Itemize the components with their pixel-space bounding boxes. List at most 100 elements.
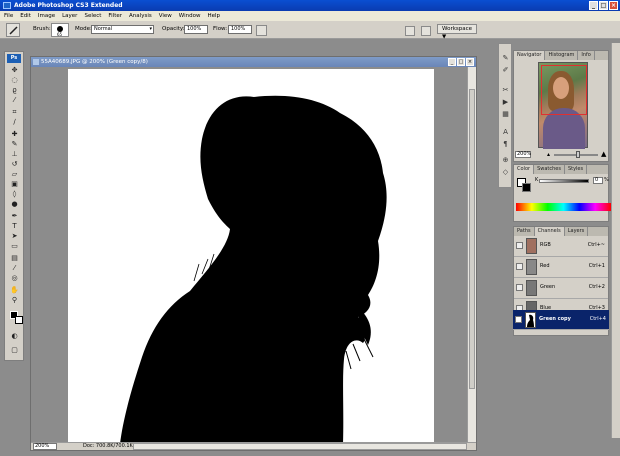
visibility-toggle[interactable] <box>516 263 523 270</box>
screen-mode-icon[interactable]: ▢ <box>9 346 20 354</box>
history-brush-tool-icon[interactable]: ↺ <box>9 160 20 168</box>
menu-layer[interactable]: Layer <box>62 13 77 19</box>
healing-brush-tool-icon[interactable]: ✚ <box>9 130 20 138</box>
image-canvas[interactable] <box>68 69 434 444</box>
menu-edit[interactable]: Edit <box>20 13 31 19</box>
tab-layers[interactable]: Layers <box>565 227 589 236</box>
doc-size-info[interactable]: Doc: 700.8K/700.1K <box>83 443 133 450</box>
channel-row-red[interactable]: Red Ctrl+1 <box>514 257 608 278</box>
eye-icon[interactable] <box>515 316 522 323</box>
palette-well-icon[interactable] <box>421 26 431 36</box>
menu-filter[interactable]: Filter <box>108 13 122 19</box>
navigator-zoom-field[interactable]: 200% <box>515 151 531 158</box>
vertical-scrollbar[interactable] <box>467 67 476 444</box>
type-tool-icon[interactable]: T <box>9 222 20 230</box>
pen-tool-icon[interactable]: ✒ <box>9 212 20 220</box>
color-panel-background[interactable] <box>522 183 531 192</box>
navigator-thumbnail[interactable] <box>538 62 588 149</box>
visibility-toggle[interactable] <box>516 242 523 249</box>
paragraph-panel-icon[interactable]: ¶ <box>501 140 510 148</box>
slice-tool-icon[interactable]: ∕ <box>9 118 20 126</box>
tab-channels[interactable]: Channels <box>534 227 565 236</box>
3d-rotate-tool-icon[interactable]: ◎ <box>9 274 20 282</box>
measurement-panel-icon[interactable]: ◇ <box>501 168 510 176</box>
tab-histogram[interactable]: Histogram <box>545 51 579 60</box>
eyedropper-tool-icon[interactable]: ⁄ <box>9 264 20 272</box>
visibility-toggle[interactable] <box>516 284 523 291</box>
menu-file[interactable]: File <box>4 13 13 19</box>
zoom-tool-icon[interactable]: ⚲ <box>9 296 20 304</box>
minimize-button[interactable]: _ <box>589 1 598 10</box>
gradient-tool-icon[interactable]: ▣ <box>9 180 20 188</box>
layer-comps-panel-icon[interactable]: ▦ <box>501 110 510 118</box>
channel-row-green[interactable]: Green Ctrl+2 <box>514 278 608 299</box>
tab-navigator[interactable]: Navigator <box>514 51 546 60</box>
mode-select[interactable]: Normal ▾ <box>91 25 154 34</box>
character-panel-icon[interactable]: A <box>501 128 510 136</box>
crop-tool-icon[interactable]: ⌗ <box>9 108 20 116</box>
vertical-scroll-thumb[interactable] <box>469 89 475 389</box>
airbrush-icon[interactable] <box>256 25 267 36</box>
tab-styles[interactable]: Styles <box>565 165 588 174</box>
horizontal-scrollbar[interactable] <box>133 443 467 450</box>
mode-label: Mode: <box>75 26 92 32</box>
marquee-tool-icon[interactable]: ◌ <box>9 76 20 84</box>
canvas-area[interactable] <box>31 67 467 444</box>
opacity-label: Opacity: <box>162 26 185 32</box>
move-tool-icon[interactable]: ✥ <box>9 66 20 74</box>
k-slider[interactable] <box>539 179 589 183</box>
tab-color[interactable]: Color <box>514 165 535 174</box>
tab-paths[interactable]: Paths <box>514 227 535 236</box>
menu-view[interactable]: View <box>159 13 172 19</box>
menu-help[interactable]: Help <box>207 13 220 19</box>
tool-presets-icon[interactable] <box>405 26 415 36</box>
tab-info[interactable]: Info <box>578 51 595 60</box>
k-value-field[interactable]: 0 <box>593 177 603 184</box>
dodge-tool-icon[interactable]: ● <box>9 200 20 208</box>
magic-wand-tool-icon[interactable]: ⁄ <box>9 96 20 104</box>
tab-swatches[interactable]: Swatches <box>534 165 565 174</box>
zoom-out-icon[interactable]: ▴ <box>547 151 550 158</box>
tool-presets-panel-icon[interactable]: ✐ <box>501 66 510 74</box>
notes-tool-icon[interactable]: ▤ <box>9 254 20 262</box>
brush-tool-preset-button[interactable] <box>6 23 20 37</box>
channel-row-rgb[interactable]: RGB Ctrl+~ <box>514 236 608 257</box>
channel-row-green-copy[interactable]: Green copy Ctrl+4 <box>513 310 609 330</box>
view-box[interactable] <box>541 65 587 115</box>
menu-analysis[interactable]: Analysis <box>129 13 152 19</box>
shape-tool-icon[interactable]: ▭ <box>9 242 20 250</box>
navigator-zoom-knob[interactable] <box>576 151 580 158</box>
channel-thumbnail <box>526 280 537 296</box>
hand-tool-icon[interactable]: ✋ <box>9 286 20 294</box>
history-panel-icon[interactable]: ✂ <box>501 86 510 94</box>
close-button[interactable]: × <box>609 1 618 10</box>
doc-minimize-button[interactable]: _ <box>448 58 456 66</box>
background-color[interactable] <box>15 316 23 324</box>
eraser-tool-icon[interactable]: ▱ <box>9 170 20 178</box>
doc-close-button[interactable]: × <box>466 58 474 66</box>
brush-size: 65 <box>57 32 63 37</box>
workspace-menu[interactable]: Workspace ▼ <box>437 24 477 40</box>
zoom-field[interactable]: 200% <box>33 443 57 450</box>
menu-select[interactable]: Select <box>84 13 101 19</box>
opacity-field[interactable]: 100% <box>184 25 208 34</box>
blur-tool-icon[interactable]: ◊ <box>9 190 20 198</box>
maximize-button[interactable]: □ <box>599 1 608 10</box>
panel-dock-scrollbar[interactable] <box>611 43 620 438</box>
menu-window[interactable]: Window <box>179 13 201 19</box>
menu-image[interactable]: Image <box>38 13 55 19</box>
clone-stamp-tool-icon[interactable]: ⊥ <box>9 150 20 158</box>
path-selection-tool-icon[interactable]: ➤ <box>9 232 20 240</box>
doc-maximize-button[interactable]: □ <box>457 58 465 66</box>
flow-field[interactable]: 100% <box>228 25 252 34</box>
quick-mask-icon[interactable]: ◐ <box>9 332 20 340</box>
actions-panel-icon[interactable]: ▶ <box>501 98 510 106</box>
brushes-panel-icon[interactable]: ✎ <box>501 54 510 62</box>
color-ramp[interactable] <box>516 203 611 211</box>
zoom-in-icon[interactable]: ▲ <box>601 150 606 158</box>
brush-tool-icon[interactable]: ✎ <box>9 140 20 148</box>
clone-source-panel-icon[interactable]: ⊕ <box>501 156 510 164</box>
brush-picker[interactable]: 65 <box>51 23 69 37</box>
document-icon <box>33 59 39 65</box>
lasso-tool-icon[interactable]: ϱ <box>9 86 20 94</box>
